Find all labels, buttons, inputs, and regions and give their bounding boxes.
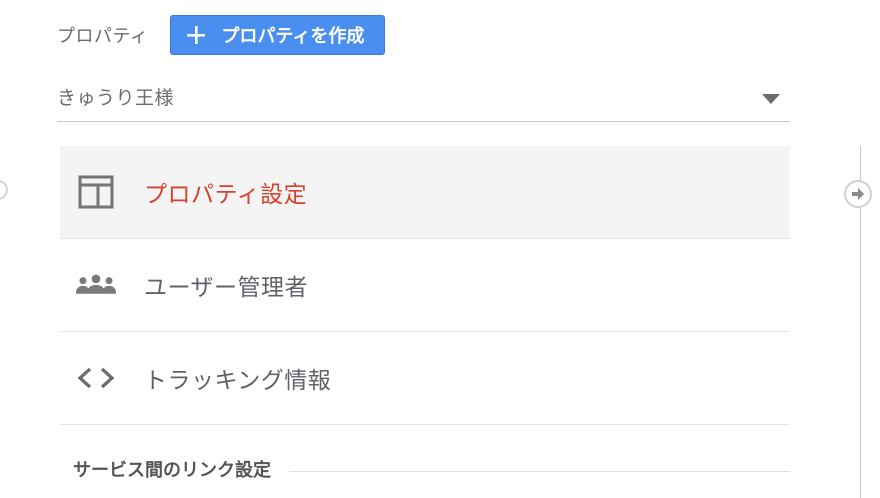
property-header: プロパティ プロパティを作成: [57, 14, 386, 56]
section-heading-text: サービス間のリンク設定: [73, 460, 271, 481]
section-divider: [289, 470, 790, 472]
menu-item-label: プロパティ設定: [144, 182, 308, 208]
next-column-button[interactable]: [844, 180, 872, 208]
property-header-label: プロパティ: [57, 26, 149, 47]
property-menu: プロパティ設定 ユーザー管理者 トラッキング情報: [60, 146, 790, 425]
code-icon: [76, 358, 116, 398]
plus-icon: [185, 24, 207, 46]
menu-item-label: トラッキング情報: [144, 368, 332, 394]
arrow-right-icon: [851, 188, 865, 200]
caret-down-icon: [762, 93, 780, 104]
menu-item-label: ユーザー管理者: [144, 275, 309, 301]
section-heading-service-links: サービス間のリンク設定: [73, 456, 790, 482]
users-icon: [76, 265, 116, 305]
menu-item-property-settings[interactable]: プロパティ設定: [60, 146, 790, 239]
menu-item-user-management[interactable]: ユーザー管理者: [60, 239, 790, 332]
property-select-value: きゅうり王様: [57, 87, 175, 109]
create-property-button[interactable]: プロパティを作成: [170, 15, 386, 55]
collapse-left-handle[interactable]: [0, 180, 8, 200]
layout-icon: [76, 172, 116, 212]
menu-item-tracking-info[interactable]: トラッキング情報: [60, 332, 790, 425]
create-property-button-label: プロパティを作成: [221, 26, 365, 47]
property-select[interactable]: きゅうり王様: [57, 72, 790, 122]
